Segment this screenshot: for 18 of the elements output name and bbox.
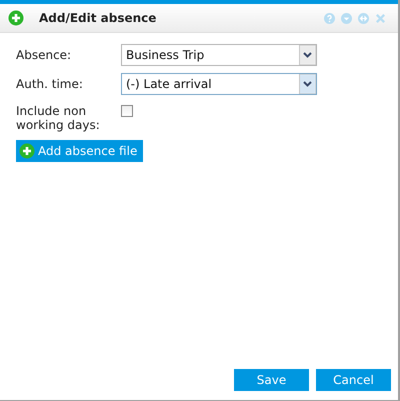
field-label: Auth. time: — [16, 76, 84, 93]
dropdown[interactable]: Business Trip — [121, 44, 317, 66]
save-button[interactable]: Save — [234, 369, 309, 391]
plus-circle-icon — [8, 10, 24, 26]
help-icon[interactable] — [324, 12, 335, 24]
plus-circle-icon — [19, 143, 35, 159]
dropdown-arrow-icon[interactable] — [299, 74, 316, 94]
checkbox[interactable] — [121, 105, 133, 117]
close-icon[interactable] — [375, 12, 386, 24]
resize-icon[interactable] — [358, 12, 369, 24]
checkbox-label: Include non working days: — [16, 104, 101, 132]
dropdown[interactable]: (-) Late arrival — [121, 73, 317, 95]
window-title: Add/Edit absence — [39, 10, 156, 27]
minimize-icon[interactable] — [341, 12, 352, 24]
field-label: Absence: — [16, 47, 72, 64]
add-file-button[interactable]: Add absence file — [16, 140, 144, 162]
dropdown-arrow-icon[interactable] — [299, 45, 316, 65]
cancel-button[interactable]: Cancel — [316, 369, 391, 391]
